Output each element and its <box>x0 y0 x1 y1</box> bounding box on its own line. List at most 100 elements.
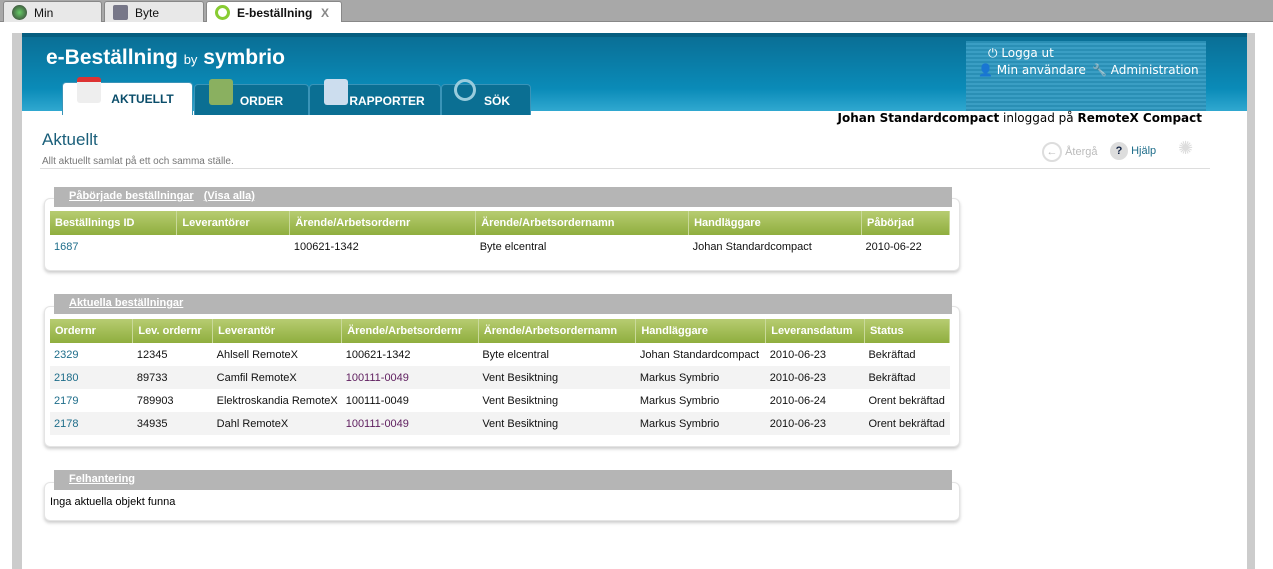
cell-value: Vent Besiktning <box>482 371 559 384</box>
administration-link[interactable]: 🔧 Administration <box>1092 63 1199 77</box>
column-header[interactable]: Handläggare <box>688 211 862 235</box>
column-header[interactable]: Ordernr <box>50 319 134 343</box>
show-all-link[interactable]: (Visa alla) <box>204 190 255 202</box>
table-cell: Byte elcentral <box>478 343 636 366</box>
help-button[interactable]: ? Hjälp <box>1110 142 1156 160</box>
table-cell <box>177 235 290 258</box>
empty-message: Inga aktuella objekt funna <box>50 496 176 508</box>
table-cell: 2010-06-23 <box>766 343 865 366</box>
table-row[interactable]: 2180 89733 Camfil RemoteX 100111-0049 Vent B… <box>50 366 950 389</box>
table-row[interactable]: 2179 789903 Elektroskandia RemoteX 100111-0… <box>50 389 950 412</box>
table-cell: Markus Symbrio <box>635 412 766 435</box>
column-header[interactable]: Leverantör <box>212 319 343 343</box>
cell-value: 34935 <box>136 417 168 430</box>
table-cell: Bekräftad <box>864 366 950 389</box>
cell-value: 2010-06-23 <box>769 348 826 361</box>
order-link[interactable]: 2178 <box>54 418 78 430</box>
column-header[interactable]: Lev. ordernr <box>132 319 214 343</box>
table-cell: 2010-06-24 <box>766 389 865 412</box>
error-handling-link[interactable]: Felhantering <box>69 473 135 485</box>
my-user-link[interactable]: 👤 Min användare <box>978 63 1086 77</box>
logout-link[interactable]: ⏻ Logga ut <box>988 46 1054 61</box>
column-header[interactable]: Ärende/Arbetsordernamn <box>475 211 690 235</box>
page-subtitle: Allt aktuellt samlat på ett och samma st… <box>42 156 234 167</box>
logo: e-Beställning by symbrio <box>46 46 285 69</box>
cell-value: Byte elcentral <box>479 240 547 253</box>
page-title: Aktuellt <box>42 130 98 149</box>
table-row[interactable]: 2178 34935 Dahl RemoteX 100111-0049 Vent Bes… <box>50 412 950 435</box>
table-cell: 2178 <box>50 412 133 435</box>
door-icon <box>113 5 128 20</box>
current-orders-header: Aktuella beställningar <box>54 294 952 314</box>
cell-value: 100621-1342 <box>293 240 359 253</box>
table-cell: Orent bekräftad <box>864 389 949 412</box>
table-cell: Bekräftad <box>864 343 949 366</box>
table-cell: 100621-1342 <box>290 235 476 258</box>
browser-tab-byte-elcentral[interactable]: Byte elcentral <box>104 1 204 34</box>
cell-value: Orent bekräftad <box>868 417 945 430</box>
cell-value: 12345 <box>136 348 168 361</box>
cell-value: 2010-06-23 <box>769 417 826 430</box>
cell-value: Johan Standardcompact <box>639 348 760 361</box>
browser-tab-e-bestallning[interactable]: E-beställning X <box>206 1 342 23</box>
table-cell: 1687 <box>50 235 177 258</box>
table-cell: Byte elcentral <box>476 235 689 258</box>
cell-value: 100111-0049 <box>345 371 409 384</box>
cell-value: Elektroskandia RemoteX <box>216 394 338 407</box>
browser-tab-min-oversikt[interactable]: Min översikt <box>3 1 102 34</box>
clipboard-icon <box>209 79 233 105</box>
table-cell: 12345 <box>133 343 213 366</box>
column-header[interactable]: Ärende/Arbetsordernamn <box>478 319 637 343</box>
tab-order[interactable]: ORDER <box>194 79 309 115</box>
order-link[interactable]: 2329 <box>54 349 78 361</box>
cell-value: Bekräftad <box>868 371 916 384</box>
tab-aktuellt[interactable]: AKTUELLT <box>62 77 193 115</box>
scrollbar[interactable] <box>1247 33 1255 569</box>
user-menu: ⏻ Logga ut 👤 Min användare 🔧 Administrat… <box>966 41 1206 111</box>
table-cell: 2010-06-23 <box>765 366 865 389</box>
cell-value: Markus Symbrio <box>639 371 720 384</box>
order-link[interactable]: 1687 <box>54 241 78 253</box>
cell-value: 100111-0049 <box>345 417 409 430</box>
column-header[interactable]: Leveransdatum <box>765 319 865 343</box>
column-header[interactable]: Handläggare <box>635 319 767 343</box>
table-cell: 100111-0049 <box>341 412 479 435</box>
cell-value: Ahlsell RemoteX <box>216 348 298 361</box>
cell-value: 2010-06-24 <box>769 394 826 407</box>
table-cell: Vent Besiktning <box>478 389 636 412</box>
table-cell: Johan Standardcompact <box>689 235 862 258</box>
cell-value: Vent Besiktning <box>482 394 559 407</box>
back-button[interactable]: ← Återgå <box>1042 142 1097 162</box>
table-row[interactable]: 1687 100621-1342 Byte elcentral Johan Stand… <box>50 235 950 258</box>
column-header[interactable]: Ärende/Arbetsordernr <box>289 211 477 235</box>
started-orders-header: Påbörjade beställningar (Visa alla) <box>54 187 952 207</box>
frame-border <box>12 33 22 569</box>
column-header[interactable]: Status <box>864 319 951 343</box>
column-header[interactable]: Påbörjad <box>861 211 951 235</box>
order-link[interactable]: 2180 <box>54 372 78 384</box>
column-header[interactable]: Beställnings ID <box>50 211 178 235</box>
dashboard-icon <box>12 5 27 20</box>
table-cell: 2180 <box>50 366 133 389</box>
table-cell: Elektroskandia RemoteX <box>213 389 342 412</box>
table-row[interactable]: 2329 12345 Ahlsell RemoteX 100621-1342 Byte … <box>50 343 950 366</box>
tab-rapporter[interactable]: RAPPORTER <box>309 79 441 115</box>
cell-value: Bekräftad <box>868 348 916 361</box>
current-orders-link[interactable]: Aktuella beställningar <box>69 297 183 309</box>
started-orders-link[interactable]: Påbörjade beställningar <box>69 190 194 202</box>
table-cell: Dahl RemoteX <box>212 412 342 435</box>
table-cell: Vent Besiktning <box>478 366 636 389</box>
started-orders-table: Beställnings ID Leverantörer Ärende/Arbets… <box>50 211 951 258</box>
close-tab-icon[interactable]: X <box>321 6 329 20</box>
table-cell: Orent bekräftad <box>864 412 950 435</box>
column-header[interactable]: Leverantörer <box>176 211 291 235</box>
tab-sok[interactable]: SÖK <box>441 79 531 115</box>
table-cell: Camfil RemoteX <box>212 366 342 389</box>
browser-tabstrip: Min översikt Byte elcentral E-beställnin… <box>0 0 1273 34</box>
order-link[interactable]: 2179 <box>54 395 78 407</box>
table-cell: Johan Standardcompact <box>636 343 766 366</box>
help-icon: ? <box>1110 142 1128 160</box>
loading-spinner-icon: ✺ <box>1178 138 1194 158</box>
cell-value: Johan Standardcompact <box>692 240 812 253</box>
column-header[interactable]: Ärende/Arbetsordernr <box>341 319 479 343</box>
